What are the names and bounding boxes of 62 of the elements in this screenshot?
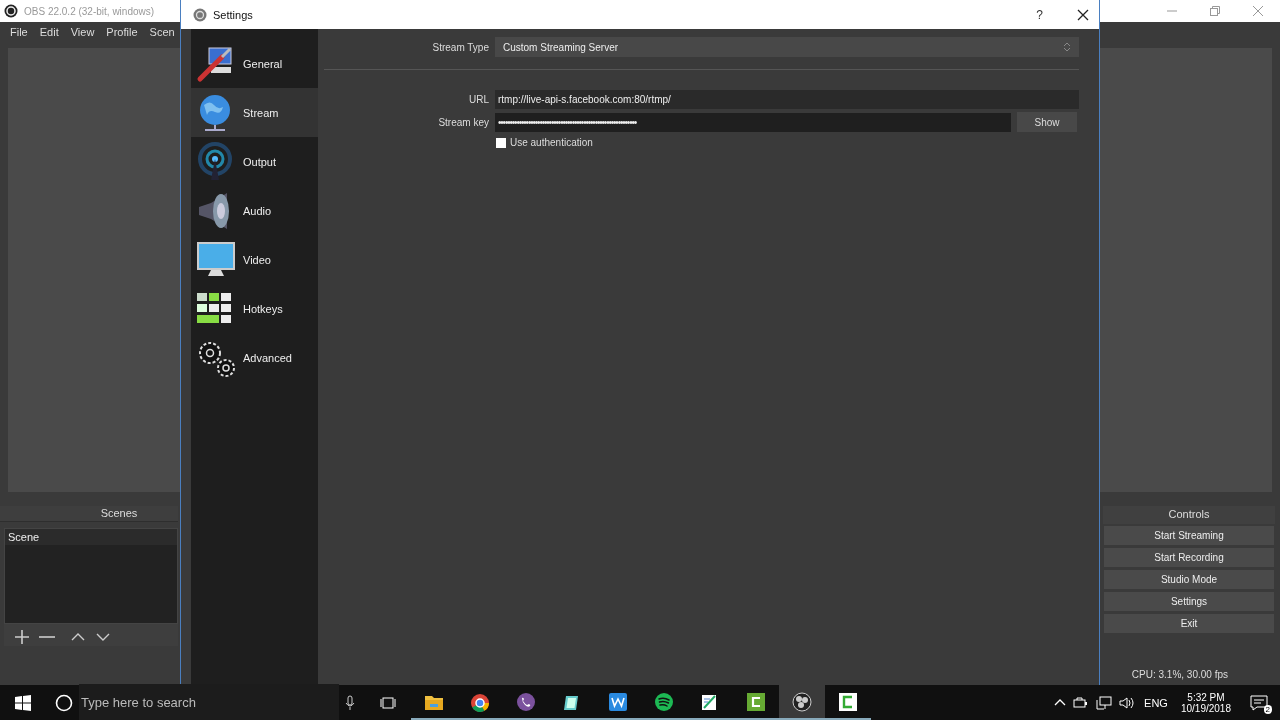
dropdown-arrows-icon [1063, 41, 1071, 53]
menu-item[interactable]: Edit [33, 24, 65, 40]
windows-icon [14, 694, 31, 711]
clock[interactable]: 5:32 PM 10/19/2018 [1180, 691, 1231, 714]
stream-type-dropdown[interactable]: Custom Streaming Server [495, 37, 1079, 57]
network-icon [1096, 695, 1113, 710]
field-label: Stream key [437, 116, 489, 128]
recorder-app-icon [792, 691, 812, 712]
sidebar-item[interactable]: Advanced [191, 333, 318, 382]
control-button[interactable]: Studio Mode [1103, 569, 1275, 590]
sidebar-item[interactable]: Stream [191, 88, 318, 137]
show-button[interactable]: Show [1017, 112, 1077, 132]
close-icon [1252, 5, 1264, 17]
menu-item[interactable]: Profile [100, 24, 144, 40]
stream-key-field[interactable]: •••••••••••••••••••••••••••••••••••••••••••••••••••••••••••• [495, 112, 1011, 132]
taskbar-app[interactable] [779, 685, 825, 720]
sidebar-item[interactable]: General [191, 39, 318, 88]
menu-item[interactable]: File [4, 24, 34, 40]
url-field[interactable]: rtmp://live-api-s.facebook.com:80/rtmp/ [495, 90, 1079, 109]
dialog-title: Settings [213, 8, 253, 21]
search-field[interactable]: Type here to search [79, 684, 339, 720]
message-icon [1250, 694, 1268, 711]
control-button[interactable]: Settings [1103, 591, 1275, 612]
app-icon [4, 4, 18, 18]
scene-item[interactable]: Scene [5, 529, 177, 545]
dock-title: Scenes [0, 506, 178, 522]
browser-icon [470, 691, 490, 712]
dock-title: Controls [1103, 506, 1275, 524]
phone-bubble-icon [516, 691, 536, 712]
status-text: CPU: 3.1%, 30.00 fps [1131, 668, 1228, 680]
add-icon [14, 629, 30, 645]
language-indicator[interactable]: ENG [1144, 696, 1168, 709]
sound-waves-icon [654, 691, 674, 712]
checkbox[interactable] [496, 137, 506, 148]
app-logo-icon [838, 691, 858, 712]
notifications-button[interactable]: 2 [1244, 685, 1274, 720]
search-icon [55, 693, 73, 712]
control-button[interactable]: Exit [1103, 613, 1275, 634]
menu-item[interactable]: Scen [143, 24, 181, 40]
control-button[interactable]: Start Streaming [1103, 525, 1275, 546]
restore-icon [1209, 5, 1221, 17]
app-icon [193, 7, 207, 22]
microphone-icon [345, 694, 355, 711]
help-button[interactable]: ? [1036, 7, 1043, 22]
sidebar-item[interactable]: Audio [191, 186, 318, 235]
checkbox-label: Use authentication [510, 137, 593, 148]
field-label: Stream Type [431, 41, 489, 53]
notification-count: 2 [1263, 705, 1272, 714]
sidebar-item[interactable]: Video [191, 235, 318, 284]
task-view-icon [379, 694, 397, 711]
field-label: URL [468, 94, 489, 105]
clock-time: 5:32 PM [1187, 691, 1225, 703]
app-logo-icon [746, 691, 766, 712]
window-title: OBS 22.0.2 (32-bit, windows) [24, 5, 155, 17]
menu-item[interactable]: View [64, 24, 101, 40]
sidebar-item[interactable]: Hotkeys [191, 284, 318, 333]
close-icon [1077, 8, 1089, 21]
control-button[interactable]: Start Recording [1103, 547, 1275, 568]
clock-date: 10/19/2018 [1180, 702, 1231, 714]
document-app-icon [608, 691, 628, 712]
volume-icon [1119, 695, 1136, 710]
sidebar-item[interactable]: Output [191, 137, 318, 186]
